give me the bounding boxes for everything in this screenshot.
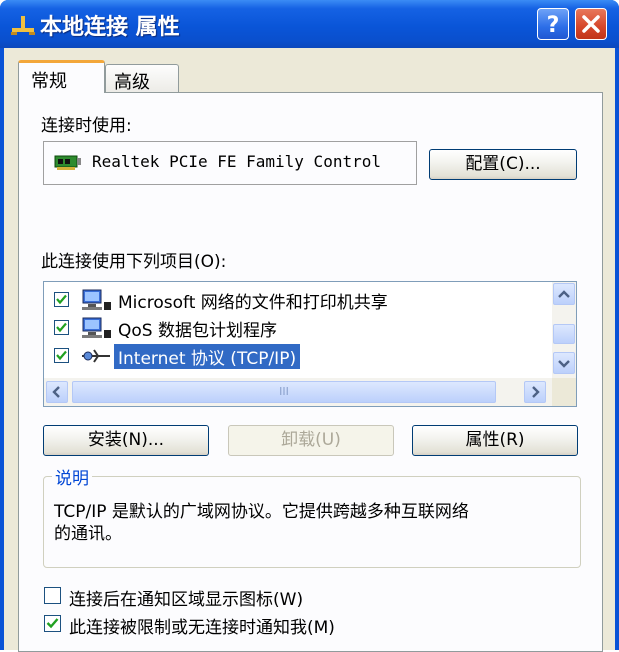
components-label: 此连接使用下列项目(O): (41, 252, 227, 272)
list-item[interactable]: QoS 数据包计划程序 (44, 314, 534, 342)
window-title: 本地连接 属性 (40, 15, 180, 40)
checkmark-icon (46, 618, 59, 629)
question-mark-icon: ? (547, 13, 560, 38)
item-label: Microsoft 网络的文件和打印机共享 (118, 293, 388, 313)
adapter-field: Realtek PCIe FE Family Control (43, 141, 417, 185)
close-button[interactable] (575, 8, 607, 40)
properties-button[interactable]: 属性(R) (412, 425, 578, 456)
scroll-thumb-horizontal[interactable]: III (72, 381, 496, 403)
tab-advanced[interactable]: 高级 (105, 64, 179, 93)
components-list[interactable]: Microsoft 网络的文件和打印机共享 QoS 数据包计划程序 Intern… (43, 281, 577, 407)
notify-limited-label[interactable]: 此连接被限制或无连接时通知我(M) (69, 613, 335, 638)
tab-general[interactable]: 常规 (18, 60, 105, 93)
item-checkbox[interactable] (54, 348, 69, 363)
scroll-left-button[interactable] (46, 381, 68, 403)
network-computer-icon (82, 317, 111, 338)
install-button[interactable]: 安装(N)... (43, 425, 209, 456)
chevron-down-icon (558, 360, 570, 368)
network-card-icon (54, 155, 81, 170)
notify-limited-checkbox[interactable] (44, 615, 61, 632)
uninstall-button[interactable]: 卸载(U) (228, 425, 394, 456)
horizontal-scrollbar[interactable]: III (44, 378, 552, 406)
chevron-right-icon (532, 386, 540, 398)
dialog-body: 常规 高级 连接时使用: Realtek PCIe FE Family Cont… (4, 48, 615, 652)
description-text-line2: 的通讯。 (54, 524, 122, 544)
item-label: QoS 数据包计划程序 (118, 321, 277, 341)
item-checkbox[interactable] (54, 292, 69, 307)
title-bar[interactable]: 本地连接 属性 ? (0, 0, 619, 48)
list-item[interactable]: Microsoft 网络的文件和打印机共享 (44, 286, 534, 314)
checkmark-icon (56, 350, 67, 361)
checkmark-icon (56, 294, 67, 305)
chevron-up-icon (558, 290, 570, 298)
item-checkbox[interactable] (54, 320, 69, 335)
scroll-down-button[interactable] (553, 352, 575, 374)
scroll-thumb[interactable] (553, 324, 575, 344)
tab-panel-general: 连接时使用: Realtek PCIe FE Family Control 配置… (18, 92, 603, 652)
network-computer-icon (82, 289, 111, 310)
network-connection-icon (11, 16, 35, 35)
scroll-right-button[interactable] (524, 381, 546, 403)
show-icon-label[interactable]: 连接后在通知区域显示图标(W) (69, 585, 303, 610)
scroll-up-button[interactable] (553, 283, 575, 305)
connect-using-label: 连接时使用: (41, 116, 132, 136)
item-label: Internet 协议 (TCP/IP) (114, 344, 301, 369)
checkmark-icon (56, 322, 67, 333)
adapter-name: Realtek PCIe FE Family Control (92, 152, 381, 171)
description-group: 说明 TCP/IP 是默认的广域网协议。它提供跨越多种互联网络 的通讯。 (43, 464, 581, 568)
chevron-left-icon (52, 386, 60, 398)
close-icon (582, 15, 600, 33)
description-legend: 说明 (52, 464, 92, 489)
vertical-scrollbar[interactable] (552, 282, 576, 378)
show-icon-checkbox[interactable] (44, 587, 61, 604)
list-item-selected[interactable]: Internet 协议 (TCP/IP) (44, 342, 534, 370)
svg-text:?: ? (547, 13, 560, 38)
configure-button[interactable]: 配置(C)... (429, 149, 577, 180)
help-button[interactable]: ? (537, 8, 569, 40)
properties-window: 本地连接 属性 ? 常规 高级 连接时使用: Realtek PCIe FE F… (0, 0, 619, 652)
protocol-icon (82, 349, 110, 363)
scrollbar-corner (552, 378, 576, 406)
